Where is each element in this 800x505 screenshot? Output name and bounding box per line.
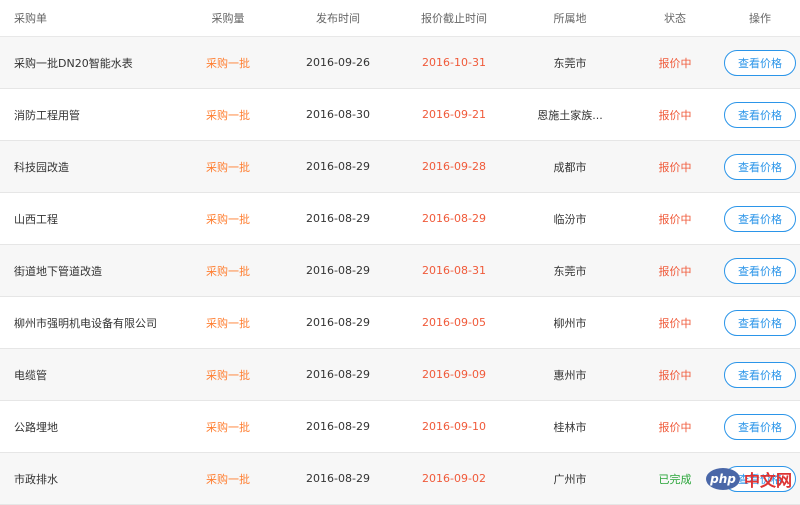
row-status: 报价中: [658, 368, 692, 382]
row-deadline: 2016-08-29: [422, 212, 486, 225]
table-row: 公路埋地 采购一批 2016-08-29 2016-09-10 桂林市 报价中 …: [0, 401, 800, 453]
table-row: 电缆管 采购一批 2016-08-29 2016-09-09 惠州市 报价中 查…: [0, 349, 800, 401]
row-action-cell: 查看价格: [720, 153, 800, 180]
view-price-button[interactable]: 查看价格: [724, 205, 796, 232]
watermark: php 中文网: [705, 467, 792, 491]
row-qty: 采购一批: [206, 160, 250, 174]
header-action: 操作: [749, 12, 771, 25]
table-row: 山西工程 采购一批 2016-08-29 2016-08-29 临汾市 报价中 …: [0, 193, 800, 245]
row-pub: 2016-08-29: [306, 316, 370, 329]
table-row: 采购一批DN20智能水表 采购一批 2016-09-26 2016-10-31 …: [0, 37, 800, 89]
row-status: 报价中: [658, 264, 692, 278]
row-pub: 2016-08-29: [306, 212, 370, 225]
row-location: 桂林市: [553, 420, 587, 434]
row-action-cell: 查看价格: [720, 413, 800, 440]
row-name[interactable]: 柳州市强明机电设备有限公司: [0, 315, 178, 331]
row-location: 成都市: [553, 160, 587, 174]
watermark-text: 中文网: [743, 471, 792, 490]
row-name[interactable]: 采购一批DN20智能水表: [0, 55, 178, 71]
header-status: 状态: [664, 12, 686, 25]
table-row: 街道地下管道改造 采购一批 2016-08-29 2016-08-31 东莞市 …: [0, 245, 800, 297]
row-location: 广州市: [553, 472, 587, 486]
row-name[interactable]: 电缆管: [0, 367, 178, 383]
php-logo-icon: php: [705, 468, 740, 490]
header-pub: 发布时间: [316, 12, 360, 25]
row-location: 柳州市: [553, 316, 587, 330]
row-deadline: 2016-09-10: [422, 420, 486, 433]
row-qty: 采购一批: [206, 316, 250, 330]
view-price-button[interactable]: 查看价格: [724, 361, 796, 388]
row-deadline: 2016-09-02: [422, 472, 486, 485]
row-action-cell: 查看价格: [720, 361, 800, 388]
header-name: 采购单: [14, 12, 47, 25]
row-qty: 采购一批: [206, 420, 250, 434]
row-action-cell: 查看价格: [720, 257, 800, 284]
view-price-button[interactable]: 查看价格: [724, 309, 796, 336]
row-status: 报价中: [658, 420, 692, 434]
row-pub: 2016-08-30: [306, 108, 370, 121]
row-status: 报价中: [658, 160, 692, 174]
table-row: 科技园改造 采购一批 2016-08-29 2016-09-28 成都市 报价中…: [0, 141, 800, 193]
row-pub: 2016-08-29: [306, 264, 370, 277]
row-status: 报价中: [658, 316, 692, 330]
row-deadline: 2016-08-31: [422, 264, 486, 277]
table-row: 市政排水 采购一批 2016-08-29 2016-09-02 广州市 已完成 …: [0, 453, 800, 505]
view-price-button[interactable]: 查看价格: [724, 49, 796, 76]
row-qty: 采购一批: [206, 264, 250, 278]
row-deadline: 2016-09-05: [422, 316, 486, 329]
row-deadline: 2016-09-09: [422, 368, 486, 381]
row-deadline: 2016-09-21: [422, 108, 486, 121]
view-price-button[interactable]: 查看价格: [724, 257, 796, 284]
row-action-cell: 查看价格: [720, 101, 800, 128]
row-pub: 2016-08-29: [306, 160, 370, 173]
row-location: 惠州市: [553, 368, 587, 382]
row-status: 报价中: [658, 212, 692, 226]
row-qty: 采购一批: [206, 212, 250, 226]
row-name[interactable]: 市政排水: [0, 471, 178, 487]
row-qty: 采购一批: [206, 108, 250, 122]
row-pub: 2016-09-26: [306, 56, 370, 69]
row-name[interactable]: 街道地下管道改造: [0, 263, 178, 279]
row-name[interactable]: 山西工程: [0, 211, 178, 227]
row-status: 报价中: [658, 108, 692, 122]
row-deadline: 2016-10-31: [422, 56, 486, 69]
view-price-button[interactable]: 查看价格: [724, 153, 796, 180]
row-action-cell: 查看价格: [720, 205, 800, 232]
row-location: 东莞市: [553, 56, 587, 70]
header-location: 所属地: [553, 12, 587, 25]
row-name[interactable]: 消防工程用管: [0, 107, 178, 123]
header-qty: 采购量: [211, 12, 245, 25]
row-location-text: 恩施土家族...: [537, 108, 603, 122]
row-action-cell: 查看价格: [720, 309, 800, 336]
header-deadline: 报价截止时间: [421, 12, 487, 25]
row-qty: 采购一批: [206, 368, 250, 382]
row-status: 报价中: [658, 56, 692, 70]
table-row: 柳州市强明机电设备有限公司 采购一批 2016-08-29 2016-09-05…: [0, 297, 800, 349]
row-name[interactable]: 科技园改造: [0, 159, 178, 175]
table-header: 采购单 采购量 发布时间 报价截止时间 所属地 状态 操作: [0, 0, 800, 37]
row-pub: 2016-08-29: [306, 420, 370, 433]
row-action-cell: 查看价格: [720, 49, 800, 76]
row-location: 恩施土家族...: [510, 107, 630, 123]
row-pub: 2016-08-29: [306, 368, 370, 381]
row-location: 东莞市: [553, 264, 587, 278]
row-name[interactable]: 公路埋地: [0, 419, 178, 435]
table-row: 消防工程用管 采购一批 2016-08-30 2016-09-21 恩施土家族.…: [0, 89, 800, 141]
table-body: 采购一批DN20智能水表 采购一批 2016-09-26 2016-10-31 …: [0, 37, 800, 505]
row-location: 临汾市: [553, 212, 587, 226]
view-price-button[interactable]: 查看价格: [724, 413, 796, 440]
row-deadline: 2016-09-28: [422, 160, 486, 173]
procurement-table: 采购单 采购量 发布时间 报价截止时间 所属地 状态 操作 采购一批DN20智能…: [0, 0, 800, 505]
row-qty: 采购一批: [206, 472, 250, 486]
row-qty: 采购一批: [206, 56, 250, 70]
row-pub: 2016-08-29: [306, 472, 370, 485]
view-price-button[interactable]: 查看价格: [724, 101, 796, 128]
